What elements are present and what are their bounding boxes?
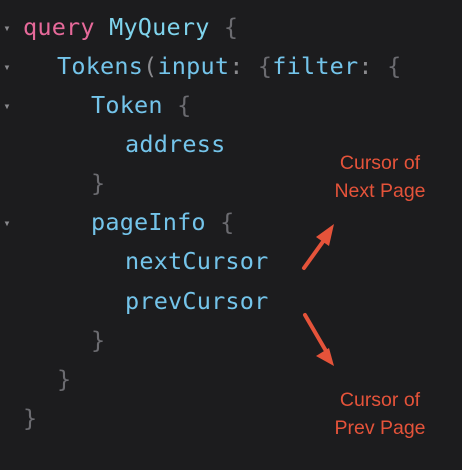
fold-chevron-icon[interactable]: ▾	[0, 13, 14, 43]
annotation-next-line2: Next Page	[334, 180, 426, 202]
open-brace: {	[220, 208, 235, 236]
code-line-close: }	[91, 325, 105, 355]
close-brace: }	[91, 326, 106, 354]
code-line-nextcursor: nextCursor	[125, 246, 268, 276]
fold-chevron-icon[interactable]: ▾	[0, 91, 14, 121]
annotation-next-cursor: Cursor of Next Page	[315, 149, 445, 205]
field-prevcursor: prevCursor	[125, 287, 269, 315]
field-address: address	[125, 130, 226, 158]
field-tokens: Tokens	[57, 52, 144, 80]
open-brace: {	[177, 91, 192, 119]
colon: :	[229, 52, 244, 80]
close-brace: }	[57, 365, 72, 393]
close-brace: }	[23, 404, 38, 432]
fold-chevron-icon[interactable]: ▾	[0, 52, 14, 82]
annotation-prev-line1: Cursor of	[339, 389, 421, 411]
arg-input: input	[157, 52, 230, 80]
code-line-pageinfo: pageInfo {	[91, 207, 235, 237]
colon: :	[358, 52, 373, 80]
code-line-close: }	[23, 403, 37, 433]
close-brace: }	[91, 169, 106, 197]
open-brace: {	[223, 13, 239, 41]
field-pageinfo: pageInfo	[91, 208, 206, 236]
code-line-prevcursor: prevCursor	[125, 286, 268, 316]
code-line-close: }	[91, 168, 105, 198]
code-line-query: query MyQuery {	[23, 12, 238, 42]
code-line-token: Token {	[91, 90, 191, 120]
field-token: Token	[91, 91, 163, 119]
code-line-close: }	[57, 364, 71, 394]
code-line-tokens: Tokens(input: {filter: {	[57, 51, 401, 81]
field-nextcursor: nextCursor	[125, 247, 269, 275]
annotation-prev-cursor: Cursor of Prev Page	[315, 386, 445, 442]
open-brace: {	[387, 52, 402, 80]
fold-chevron-icon[interactable]: ▾	[0, 208, 14, 238]
annotation-prev-line2: Prev Page	[334, 417, 426, 439]
keyword-query: query	[23, 13, 95, 41]
annotation-next-line1: Cursor of	[339, 152, 421, 174]
open-paren: (	[143, 52, 158, 80]
query-name: MyQuery	[109, 13, 210, 41]
open-brace: {	[257, 52, 273, 80]
arg-filter: filter	[272, 52, 359, 80]
code-line-address: address	[125, 129, 225, 159]
